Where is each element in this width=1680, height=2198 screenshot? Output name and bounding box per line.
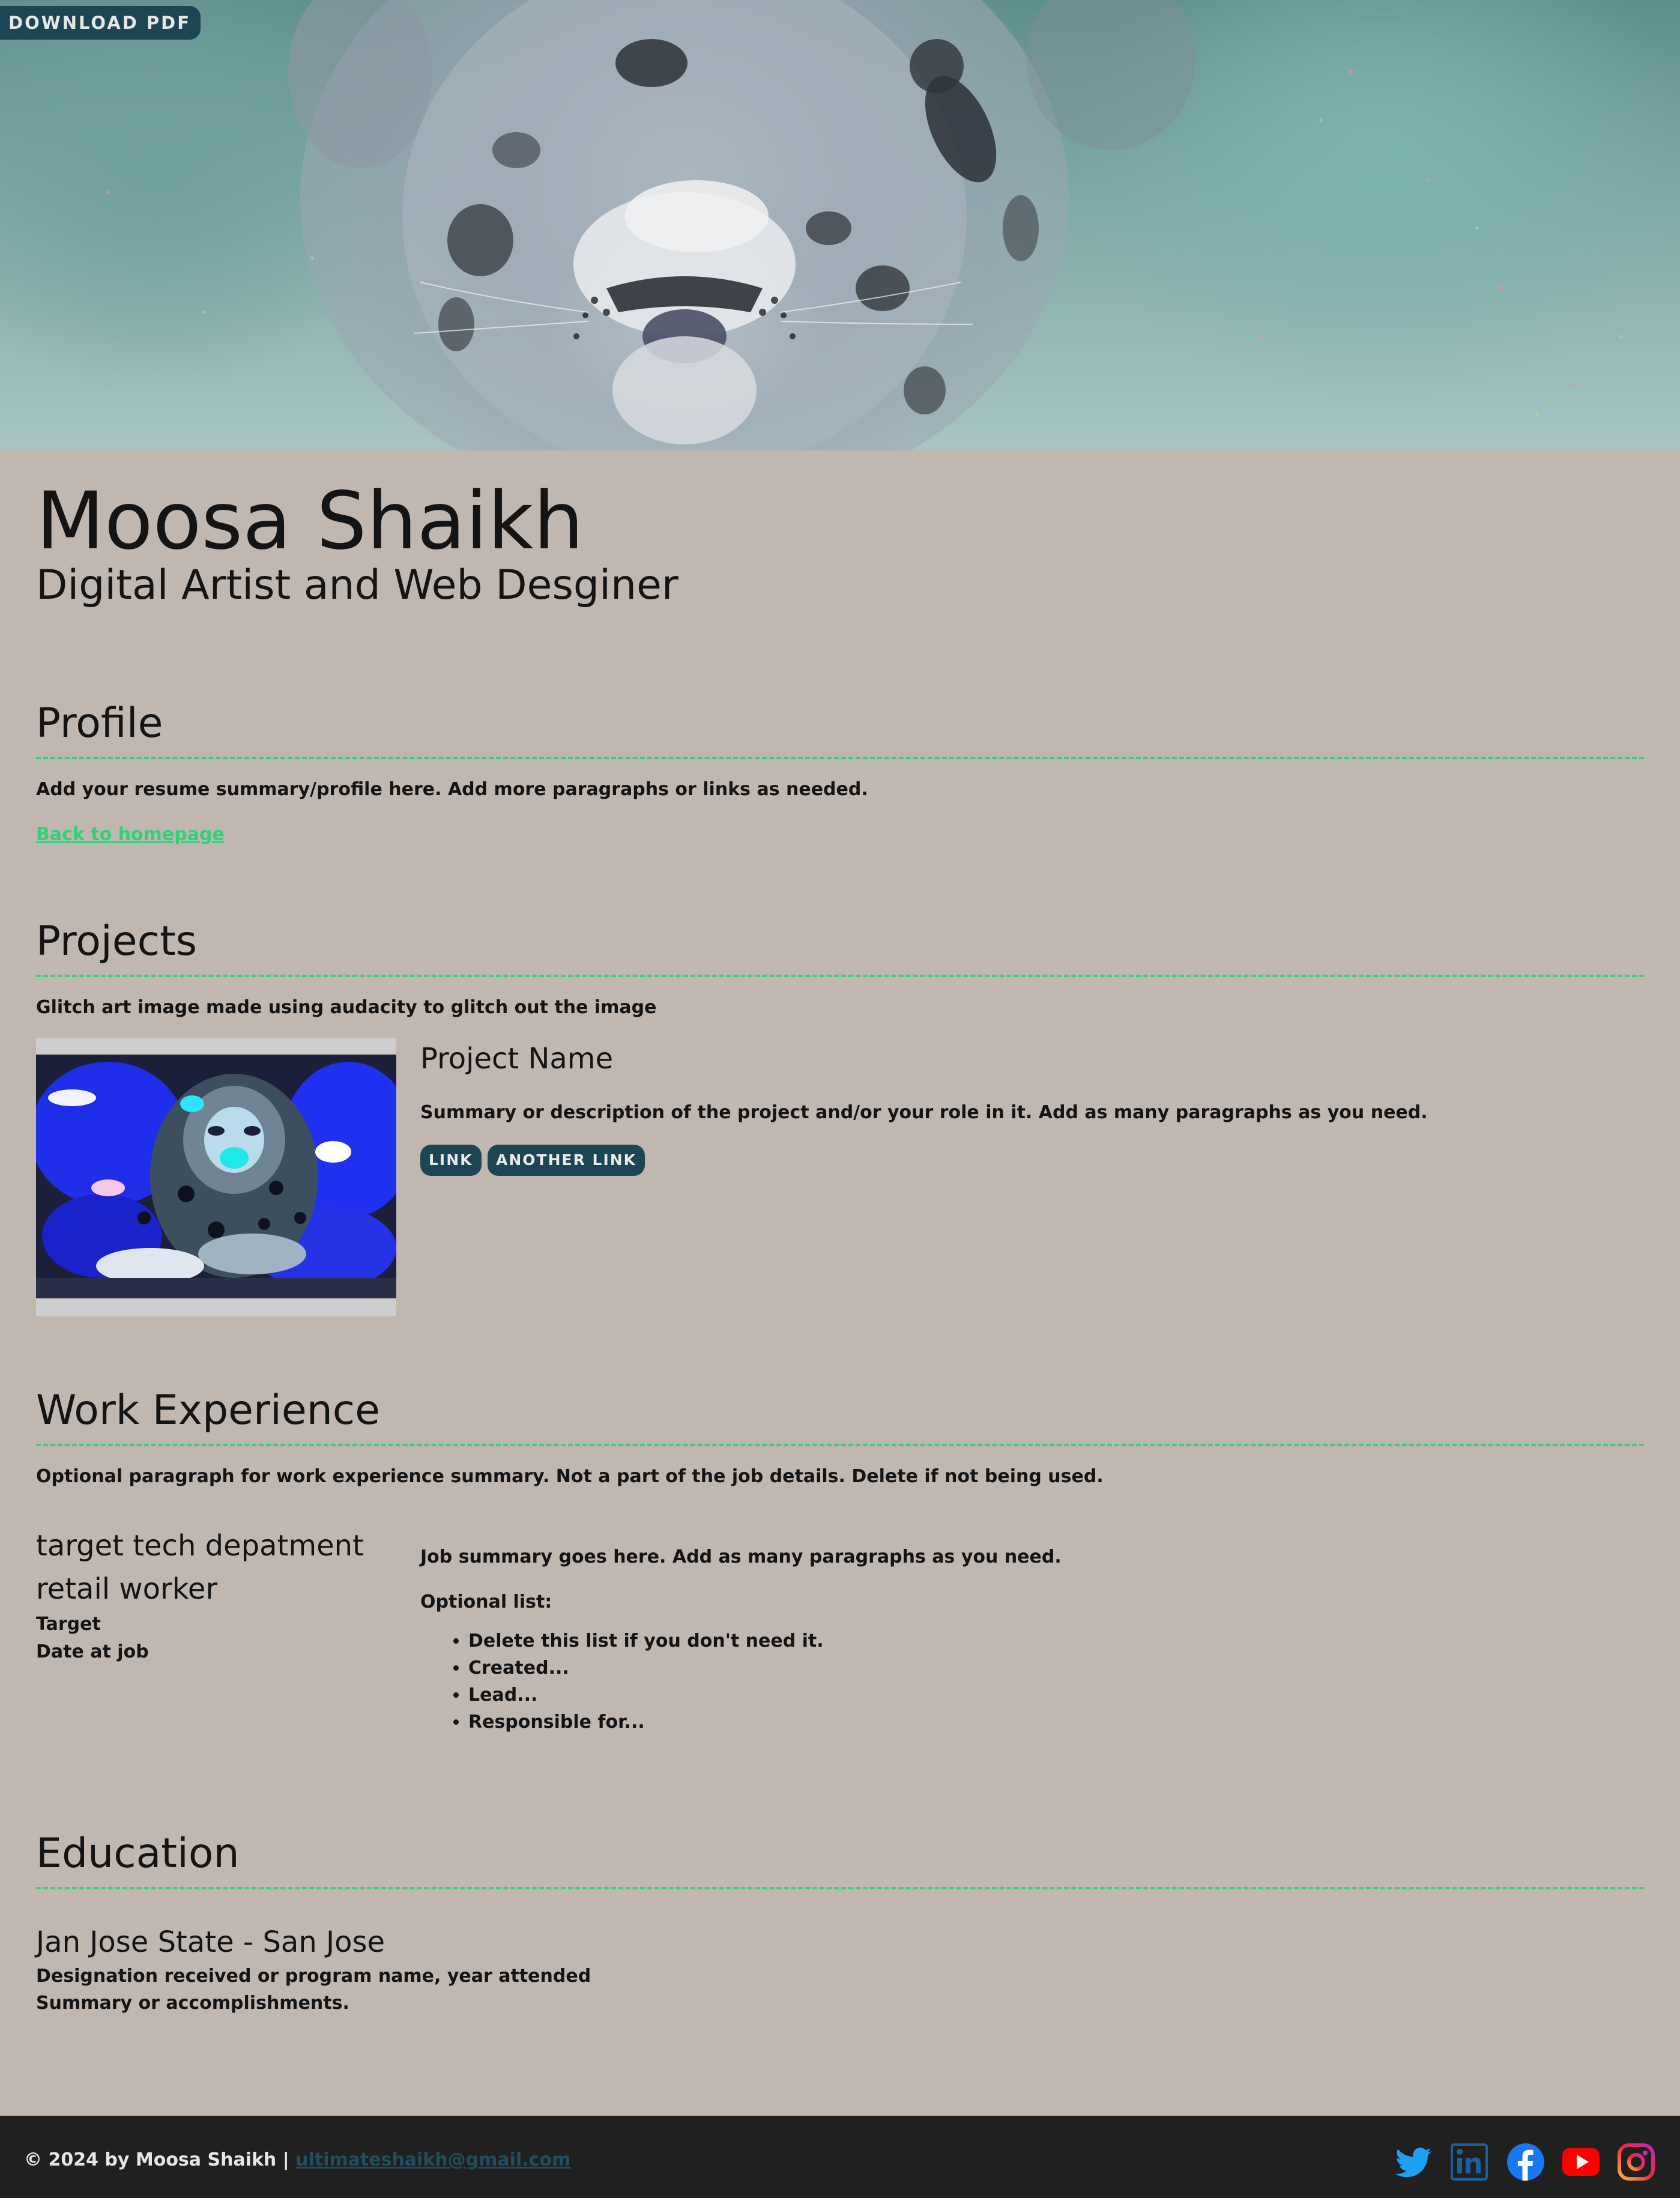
work-experience-heading: Work Experience: [36, 1384, 1644, 1446]
job-list-label: Optional list:: [420, 1591, 552, 1612]
job-role: retail worker: [36, 1572, 218, 1606]
page-title: Moosa Shaikh: [36, 475, 584, 568]
education-summary: Summary or accomplishments.: [36, 1993, 349, 2014]
job-summary: Job summary goes here. Add as many parag…: [420, 1546, 1062, 1567]
list-item: Responsible for...: [468, 1709, 824, 1736]
project-name: Project Name: [420, 1042, 614, 1076]
hero-leopard-image: [106, 0, 1623, 450]
linkedin-icon[interactable]: [1449, 2142, 1489, 2182]
project-another-link-button[interactable]: ANOTHER LINK: [488, 1145, 645, 1176]
job-duties-list: Delete this list if you don't need it. C…: [420, 1627, 824, 1736]
profile-heading: Profile: [36, 697, 1644, 759]
twitter-icon[interactable]: [1395, 2142, 1435, 2182]
job-company: Target: [36, 1614, 101, 1635]
back-to-homepage-link[interactable]: Back to homepage: [36, 824, 225, 845]
education-school: Jan Jose State - San Jose: [36, 1925, 385, 1959]
email-link[interactable]: ultimateshaikh@gmail.com: [295, 2149, 570, 2170]
projects-intro: Glitch art image made using audacity to …: [36, 997, 657, 1018]
project-thumbnail: [30, 1038, 414, 1316]
education-designation: Designation received or program name, ye…: [36, 1966, 591, 1987]
list-item: Delete this list if you don't need it.: [468, 1627, 824, 1655]
list-item: Lead...: [468, 1682, 824, 1709]
glitch-leopard-image: [30, 1038, 414, 1316]
project-summary: Summary or description of the project an…: [420, 1102, 1428, 1123]
work-experience-intro: Optional paragraph for work experience s…: [36, 1466, 1104, 1487]
download-pdf-button[interactable]: DOWNLOAD PDF: [0, 6, 201, 40]
projects-heading: Projects: [36, 915, 1644, 977]
list-item: Created...: [468, 1655, 824, 1682]
page-footer: © 2024 by Moosa Shaikh | ultimateshaikh@…: [0, 2116, 1680, 2198]
copyright-text: © 2024 by Moosa Shaikh |: [24, 2149, 289, 2170]
hero-banner: DOWNLOAD PDF: [0, 0, 1680, 450]
back-link-wrapper: Back to homepage: [36, 821, 225, 849]
education-heading: Education: [36, 1827, 1644, 1889]
page-subtitle: Digital Artist and Web Desginer: [36, 562, 678, 609]
footer-copyright: © 2024 by Moosa Shaikh | ultimateshaikh@…: [24, 2147, 570, 2173]
instagram-icon[interactable]: [1616, 2142, 1656, 2182]
project-link-button[interactable]: LINK: [420, 1145, 482, 1176]
facebook-icon[interactable]: [1506, 2142, 1546, 2182]
youtube-icon[interactable]: [1561, 2142, 1601, 2182]
job-department: target tech depatment: [36, 1529, 364, 1563]
job-date: Date at job: [36, 1641, 149, 1662]
profile-summary: Add your resume summary/profile here. Ad…: [36, 779, 868, 800]
